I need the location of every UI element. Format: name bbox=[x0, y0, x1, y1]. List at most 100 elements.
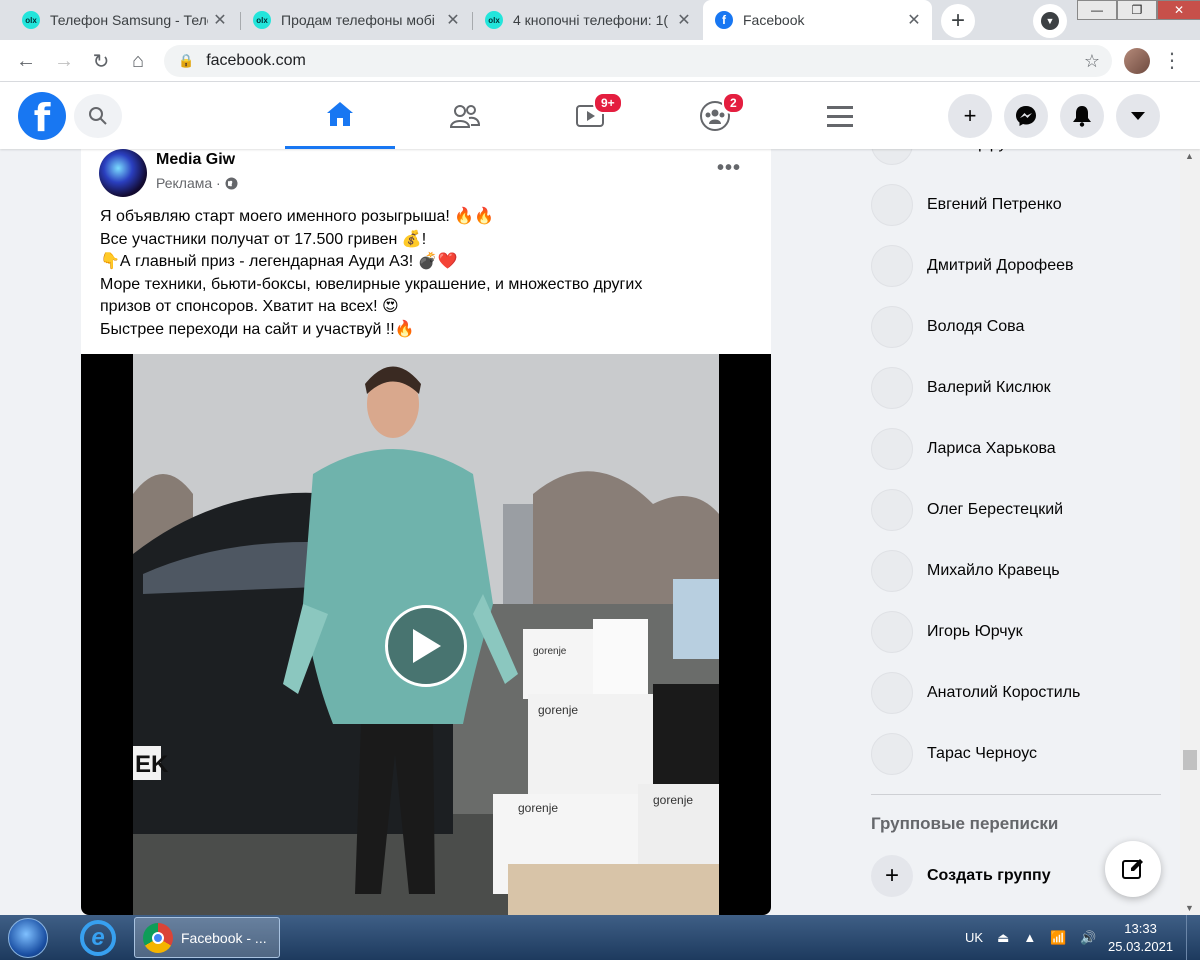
video-player[interactable]: EK gorenje gorenje gorenje gorenje bbox=[81, 354, 771, 915]
contact-avatar bbox=[871, 306, 913, 348]
create-group-label: Создать группу bbox=[927, 867, 1051, 884]
contact-name: Евгений Петренко bbox=[927, 196, 1062, 213]
scroll-down-icon[interactable]: ▼ bbox=[1185, 903, 1194, 913]
page-scrollbar[interactable]: ▲ ▼ bbox=[1180, 149, 1200, 915]
hamburger-icon bbox=[827, 105, 853, 127]
contact-item[interactable]: Володя Сова bbox=[871, 305, 1024, 349]
window-close-button[interactable]: ✕ bbox=[1157, 0, 1200, 20]
contact-avatar bbox=[871, 550, 913, 592]
facebook-logo[interactable]: f bbox=[18, 92, 66, 140]
sponsored-label[interactable]: Реклама · bbox=[156, 175, 221, 191]
tab-groups[interactable]: 2 bbox=[660, 82, 770, 149]
chevron-down-icon bbox=[1131, 112, 1145, 120]
chevron-down-icon: ▼ bbox=[1041, 12, 1059, 30]
contact-item[interactable]: Валерий Кислюк bbox=[871, 366, 1051, 410]
system-tray: UK ⏏ ▲ 📶 🔊 bbox=[965, 915, 1111, 960]
browser-menu-icon[interactable]: ⋮ bbox=[1162, 48, 1182, 74]
contact-item[interactable]: Олег Берестецкий bbox=[871, 488, 1063, 532]
post-line: Море техники, бьюти-боксы, ювелирные укр… bbox=[100, 275, 643, 293]
tab-title: Продам телефоны мобі bbox=[281, 12, 435, 28]
taskbar-item-label: Facebook - ... bbox=[181, 929, 267, 946]
home-icon bbox=[327, 102, 353, 126]
home-button[interactable]: ⌂ bbox=[124, 47, 152, 75]
show-hidden-icon[interactable]: ▲ bbox=[1023, 930, 1036, 945]
contact-item[interactable]: Игорь Юрчук bbox=[871, 610, 1023, 654]
contact-name: Дмитрий Дорофеев bbox=[927, 257, 1074, 274]
chrome-icon bbox=[143, 922, 173, 953]
close-icon[interactable]: ✕ bbox=[441, 10, 465, 30]
browser-tab-2[interactable]: olx Продам телефоны мобі ✕ bbox=[241, 0, 471, 40]
reload-button[interactable]: ↻ bbox=[87, 47, 115, 75]
address-bar[interactable]: 🔒 facebook.com ☆ bbox=[164, 45, 1112, 77]
notifications-button[interactable] bbox=[1060, 94, 1104, 138]
usb-icon[interactable]: ⏏ bbox=[997, 930, 1009, 946]
network-icon[interactable]: 📶 bbox=[1050, 930, 1066, 946]
back-button[interactable]: ← bbox=[12, 47, 40, 75]
clock-time: 13:33 bbox=[1124, 921, 1157, 936]
volume-icon[interactable]: 🔊 bbox=[1080, 930, 1096, 946]
close-icon[interactable]: ✕ bbox=[902, 10, 926, 30]
internet-explorer-icon[interactable]: e bbox=[80, 920, 116, 956]
messenger-icon bbox=[1016, 106, 1036, 126]
contact-item[interactable]: Евгений Петренко bbox=[871, 183, 1062, 227]
facebook-header: f 9+ 2 + bbox=[0, 82, 1200, 149]
url-text[interactable]: facebook.com bbox=[206, 52, 306, 70]
browser-tab-3[interactable]: olx 4 кнопочні телефони: 1( ✕ bbox=[473, 0, 702, 40]
messenger-button[interactable] bbox=[1004, 94, 1048, 138]
author-avatar[interactable] bbox=[99, 149, 147, 197]
close-icon[interactable]: ✕ bbox=[672, 10, 696, 30]
tab-title: Телефон Samsung - Теле bbox=[50, 12, 208, 28]
forward-button[interactable]: → bbox=[50, 47, 78, 75]
tab-title: Facebook bbox=[743, 12, 805, 28]
plus-icon: + bbox=[963, 103, 977, 128]
start-button[interactable] bbox=[8, 918, 48, 958]
contact-item[interactable]: Лариса Харькова bbox=[871, 427, 1056, 471]
box-brand-text: gorenje bbox=[533, 646, 567, 657]
contact-item[interactable]: Тарас Черноус bbox=[871, 732, 1037, 776]
tab-friends[interactable] bbox=[410, 82, 520, 149]
license-plate-text: EK bbox=[135, 751, 169, 778]
new-message-button[interactable] bbox=[1105, 841, 1161, 897]
compose-icon bbox=[1122, 859, 1143, 879]
post-author[interactable]: Media Giw bbox=[156, 151, 235, 169]
show-desktop-button[interactable] bbox=[1186, 915, 1200, 960]
bookmark-star-icon[interactable]: ☆ bbox=[1084, 51, 1100, 72]
contact-name: Володя Сова bbox=[927, 318, 1025, 335]
taskbar-chrome-window[interactable]: Facebook - ... bbox=[134, 917, 280, 958]
box-brand-text: gorenje bbox=[518, 801, 558, 815]
create-button[interactable]: + bbox=[948, 94, 992, 138]
search-button[interactable] bbox=[74, 94, 122, 138]
contact-item[interactable]: Михайло Кравець bbox=[871, 549, 1060, 593]
tab-watch[interactable]: 9+ bbox=[535, 82, 645, 149]
maximize-button[interactable]: ❐ bbox=[1117, 0, 1157, 20]
contact-item[interactable]: Анатолий Коростиль bbox=[871, 671, 1080, 715]
scroll-up-icon[interactable]: ▲ bbox=[1185, 151, 1194, 161]
tab-search-button[interactable]: ▼ bbox=[1033, 4, 1067, 38]
browser-tab-active[interactable]: f Facebook ✕ bbox=[703, 0, 932, 40]
scrollbar-thumb[interactable] bbox=[1183, 750, 1197, 770]
lock-icon[interactable]: 🔒 bbox=[178, 53, 194, 69]
tab-home[interactable] bbox=[285, 82, 395, 149]
more-options-icon[interactable]: ••• bbox=[717, 157, 741, 180]
language-indicator[interactable]: UK bbox=[965, 930, 983, 945]
contact-item[interactable]: Дмитрий Дорофеев bbox=[871, 244, 1074, 288]
play-button[interactable] bbox=[385, 605, 467, 687]
browser-tab-1[interactable]: olx Телефон Samsung - Теле ✕ bbox=[10, 0, 238, 40]
globe-icon bbox=[225, 177, 238, 189]
tab-title: 4 кнопочні телефони: 1( bbox=[513, 12, 669, 28]
account-menu-button[interactable] bbox=[1116, 94, 1160, 138]
contact-name: Игорь Юрчук bbox=[927, 623, 1023, 640]
profile-avatar[interactable] bbox=[1124, 48, 1150, 74]
create-group-button[interactable]: + Создать группу bbox=[871, 855, 1051, 897]
system-clock[interactable]: 13:33 25.03.2021 bbox=[1108, 920, 1173, 956]
sidebar-divider bbox=[871, 794, 1161, 795]
new-tab-button[interactable]: + bbox=[941, 4, 975, 38]
tab-menu[interactable] bbox=[785, 82, 895, 149]
contact-name: Анатолий Коростиль bbox=[927, 684, 1081, 701]
close-icon[interactable]: ✕ bbox=[208, 10, 232, 30]
minimize-button[interactable]: — bbox=[1077, 0, 1117, 20]
olx-icon: olx bbox=[485, 11, 503, 29]
contact-name: Михайло Кравець bbox=[927, 562, 1060, 579]
post-line: Все участники получат от 17.500 гривен 💰… bbox=[100, 230, 427, 248]
olx-icon: olx bbox=[22, 11, 40, 29]
